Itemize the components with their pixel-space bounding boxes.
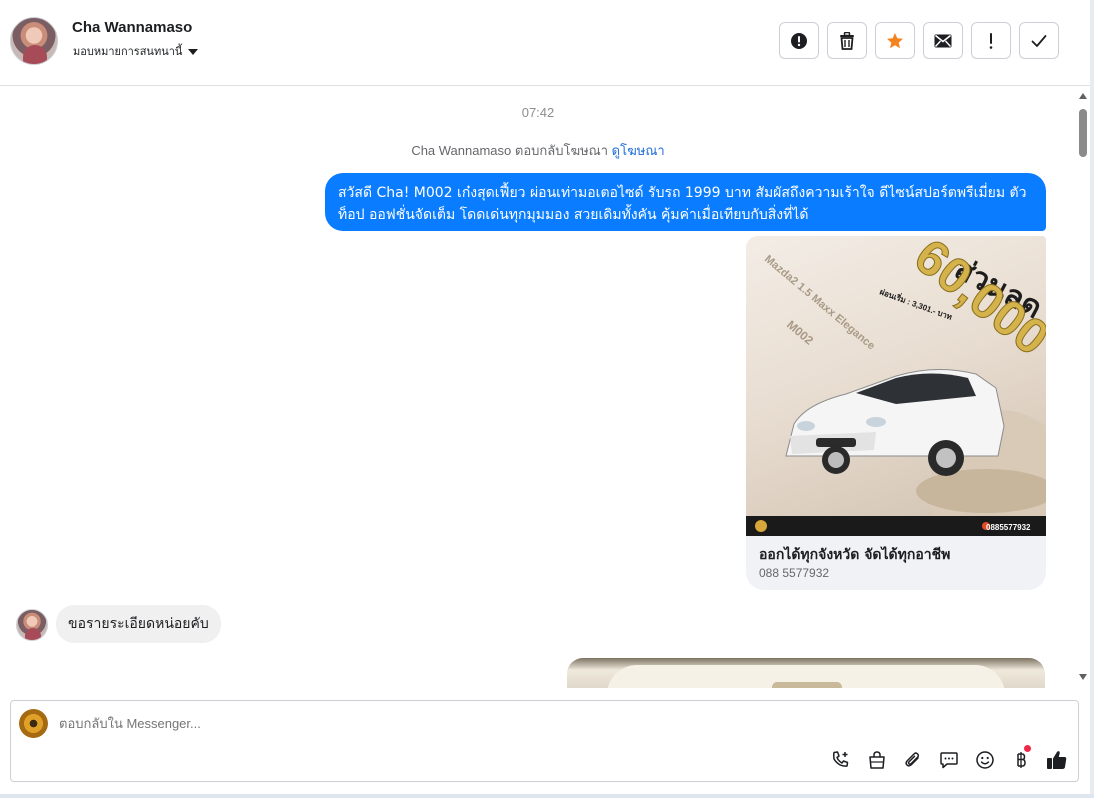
exclamation-icon xyxy=(989,32,993,49)
assign-conversation-label: มอบหมายการสนทนานี้ xyxy=(73,45,183,58)
ad-card-title: ออกได้ทุกจังหวัด จัดได้ทุกอาชีพ xyxy=(759,547,951,563)
reply-input[interactable] xyxy=(59,716,759,731)
envelope-icon xyxy=(934,34,952,47)
mark-unread-button[interactable] xyxy=(923,22,963,59)
contact-avatar[interactable] xyxy=(10,17,58,65)
ad-car-image[interactable]: ส่วนลด 60,000 ผ่อนเริ่ม : 3,301.- บาท Ma… xyxy=(746,236,1046,536)
contact-name[interactable]: Cha Wannamaso xyxy=(72,19,192,36)
check-icon xyxy=(1031,34,1047,47)
ad-card[interactable]: ส่วนลด 60,000 ผ่อนเริ่ม : 3,301.- บาท Ma… xyxy=(746,236,1046,590)
outgoing-message-bubble[interactable]: สวัสดี Cha! M002 เก๋งสุดเฟี้ยว ผ่อนเท่าม… xyxy=(325,173,1046,231)
view-ad-link[interactable]: ดูโฆษณา xyxy=(612,143,665,158)
call-button[interactable] xyxy=(830,749,852,771)
message-thread[interactable]: 07:42 Cha Wannamaso ตอบกลับโฆษณา ดูโฆษณา… xyxy=(0,87,1076,688)
ad-discount-value: 60,000 xyxy=(904,236,1046,366)
star-icon xyxy=(887,32,903,48)
scroll-down-arrow-icon[interactable] xyxy=(1079,674,1087,680)
notification-dot xyxy=(1024,745,1031,752)
incoming-message-bubble[interactable]: ขอรายระเอียดหน่อยคับ xyxy=(56,605,221,643)
phone-plus-icon xyxy=(833,751,849,767)
smiley-icon xyxy=(976,751,994,769)
message-composer xyxy=(10,700,1079,782)
ad-phone-text: 0885577932 xyxy=(986,523,1031,532)
like-button[interactable] xyxy=(1046,749,1068,771)
saved-replies-button[interactable] xyxy=(938,749,960,771)
emoji-button[interactable] xyxy=(974,749,996,771)
attach-button[interactable] xyxy=(902,749,924,771)
baht-icon xyxy=(1017,752,1026,768)
assign-conversation-dropdown[interactable]: มอบหมายการสนทนานี้ xyxy=(73,42,199,60)
scroll-up-arrow-icon[interactable] xyxy=(1079,93,1087,99)
report-spam-button[interactable] xyxy=(779,22,819,59)
window-bottom-edge xyxy=(0,794,1094,798)
delete-button[interactable] xyxy=(827,22,867,59)
ad-model-text: Mazda2 1.5 Maxx Elegance xyxy=(762,253,877,352)
alert-circle-icon xyxy=(791,32,807,49)
trash-icon xyxy=(840,31,854,50)
page-avatar xyxy=(19,709,48,738)
next-message-image[interactable] xyxy=(567,658,1045,688)
message-timestamp: 07:42 xyxy=(521,105,555,120)
caret-down-icon xyxy=(188,48,199,55)
thumbs-up-icon xyxy=(1047,751,1067,769)
paperclip-icon xyxy=(905,752,920,767)
ad-code-text: M002 xyxy=(784,318,816,348)
mark-important-button[interactable] xyxy=(971,22,1011,59)
ad-reply-notice: Cha Wannamaso ตอบกลับโฆษณา ดูโฆษณา xyxy=(0,140,1076,161)
conversation-header: Cha Wannamaso มอบหมายการสนทนานี้ xyxy=(0,0,1090,86)
thread-scrollbar[interactable] xyxy=(1076,87,1090,688)
messenger-conversation-window: Cha Wannamaso มอบหมายการสนทนานี้ 07:42 C… xyxy=(0,0,1094,798)
scroll-thumb[interactable] xyxy=(1079,109,1087,157)
payment-button[interactable] xyxy=(1010,745,1032,771)
ad-card-subtitle: 088 5577932 xyxy=(759,566,830,580)
chat-bubble-icon xyxy=(940,752,958,769)
ad-reply-text: Cha Wannamaso ตอบกลับโฆษณา xyxy=(411,143,609,158)
shop-button[interactable] xyxy=(866,749,888,771)
mark-done-button[interactable] xyxy=(1019,22,1059,59)
shopping-bag-icon xyxy=(869,751,885,769)
star-button[interactable] xyxy=(875,22,915,59)
car-ad-graphic: ส่วนลด 60,000 ผ่อนเริ่ม : 3,301.- บาท Ma… xyxy=(746,236,1046,536)
sender-avatar[interactable] xyxy=(16,609,48,641)
window-right-edge xyxy=(1090,0,1094,798)
